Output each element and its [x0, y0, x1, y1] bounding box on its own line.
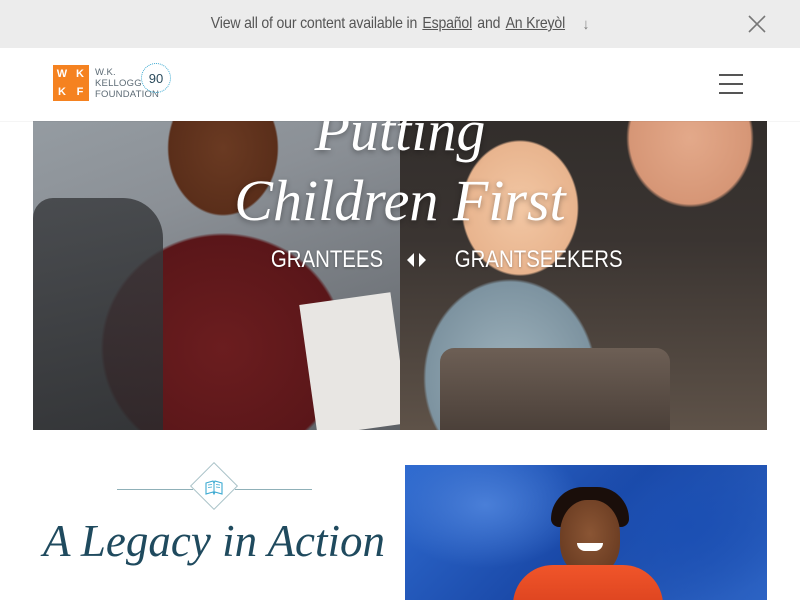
anniversary-badge: 90	[141, 63, 171, 93]
site-header: W K K F W.K. KELLOGG FOUNDATION 90	[0, 48, 800, 121]
logo-letter: F	[76, 86, 84, 98]
divider-line-right	[235, 489, 312, 490]
kellogg-logo[interactable]: W K K F W.K. KELLOGG FOUNDATION 90	[53, 63, 171, 101]
logo-letter: K	[58, 86, 66, 98]
grantees-link[interactable]: GRANTEES	[261, 246, 415, 274]
arrow-down-icon[interactable]: ↓	[583, 16, 590, 33]
couch-graphic	[440, 348, 670, 430]
logo-letter: W	[56, 68, 68, 80]
language-banner: View all of our content available in Esp…	[0, 0, 800, 48]
language-banner-text: View all of our content available in Esp…	[211, 15, 589, 33]
legacy-portrait[interactable]	[405, 465, 767, 600]
notebook-graphic	[299, 292, 409, 430]
hero-title-line2: Children First	[234, 168, 566, 233]
caret-right-icon	[419, 253, 426, 267]
portrait-face	[560, 500, 620, 575]
grantseekers-label: GRANTSEEKERS	[454, 246, 623, 273]
portrait-smile	[577, 543, 603, 551]
caret-left-icon	[407, 253, 415, 267]
language-banner-conjunction: and	[477, 15, 501, 32]
grantees-label: GRANTEES	[270, 246, 384, 273]
grantseekers-link[interactable]: GRANTSEEKERS	[419, 246, 637, 274]
creole-link[interactable]: An Kreyòl	[506, 15, 566, 33]
divider-line-left	[117, 489, 193, 490]
menu-icon-bar	[719, 74, 743, 76]
spanish-link[interactable]: Español	[422, 15, 472, 33]
close-icon[interactable]	[746, 13, 768, 35]
menu-icon-bar	[719, 92, 743, 94]
menu-icon[interactable]	[719, 74, 743, 94]
legacy-intro: A Legacy in Action	[33, 461, 395, 600]
logo-mark: W K K F	[53, 65, 89, 101]
menu-icon-bar	[719, 83, 743, 85]
legacy-title: A Legacy in Action	[42, 516, 386, 566]
open-book-icon	[205, 480, 223, 496]
language-banner-prefix: View all of our content available in	[210, 15, 418, 32]
portrait-jacket	[513, 565, 663, 600]
logo-letter: K	[76, 68, 84, 80]
